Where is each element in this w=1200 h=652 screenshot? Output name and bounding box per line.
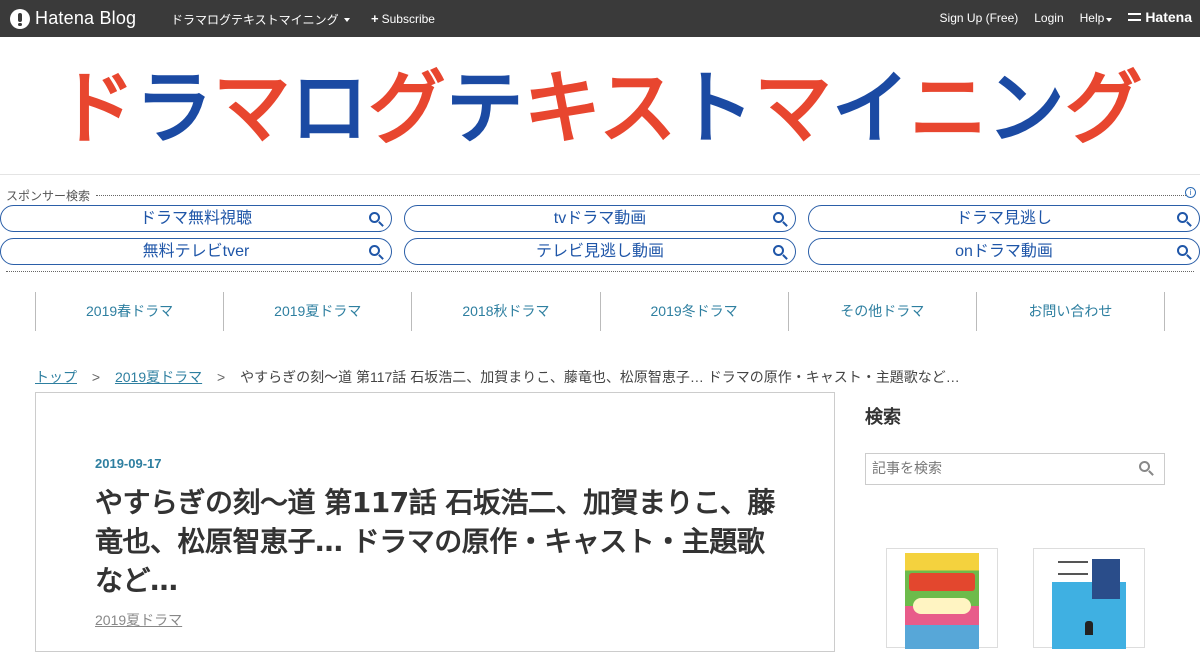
blog-banner: ドラマログテキストマイニング xyxy=(0,37,1200,175)
banner-title-char: マ xyxy=(213,64,291,154)
info-icon[interactable]: i xyxy=(1185,187,1196,198)
cover-decoration xyxy=(1092,559,1120,599)
breadcrumb-current: やすらぎの刻～道 第117話 石坂浩二、加賀まりこ、藤竜也、松原智恵子… ドラマ… xyxy=(240,369,960,385)
signup-link[interactable]: Sign Up (Free) xyxy=(940,11,1019,25)
global-header: Hatena Blog ドラマログテキストマイニング + Subscribe S… xyxy=(0,0,1200,37)
sponsor-link[interactable]: テレビ見逃し動画 xyxy=(404,238,796,265)
sponsor-link[interactable]: ドラマ見逃し xyxy=(808,205,1200,232)
banner-title-logo: ドラマログテキストマイニング xyxy=(58,64,1143,154)
search-icon xyxy=(369,245,380,256)
article-entry: 2019-09-17 やすらぎの刻～道 第117話 石坂浩二、加賀まりこ、藤竜也… xyxy=(35,392,835,652)
banner-title-char: ド xyxy=(58,64,136,154)
banner-title-char: マ xyxy=(754,64,832,154)
breadcrumb-separator: > xyxy=(91,369,101,385)
banner-title-char: ス xyxy=(599,64,677,154)
nav-item-contact[interactable]: お問い合わせ xyxy=(977,292,1166,331)
help-menu[interactable]: Help xyxy=(1080,11,1113,25)
article-title[interactable]: やすらぎの刻～道 第117話 石坂浩二、加賀まりこ、藤竜也、松原智恵子… ドラマ… xyxy=(95,483,775,600)
logo-text: Hatena Blog xyxy=(35,8,137,28)
sponsor-link[interactable]: ドラマ無料視聴 xyxy=(0,205,392,232)
breadcrumb-top-link[interactable]: トップ xyxy=(35,369,77,385)
plus-icon: + xyxy=(371,11,379,26)
divider xyxy=(96,195,1186,196)
banner-title-char: ト xyxy=(677,64,755,154)
divider xyxy=(6,271,1194,272)
book-cover-image xyxy=(905,553,979,649)
banner-title-text: ドラマログテキストマイニング xyxy=(58,64,1143,154)
sponsor-heading: スポンサー検索 xyxy=(6,189,91,203)
sponsor-link-label: tvドラマ動画 xyxy=(553,210,647,227)
nav-item-2019-winter[interactable]: 2019冬ドラマ xyxy=(601,292,789,331)
sponsor-link[interactable]: tvドラマ動画 xyxy=(404,205,796,232)
blog-name: ドラマログテキストマイニング xyxy=(171,13,339,27)
subscribe-label: Subscribe xyxy=(381,11,435,26)
login-link[interactable]: Login xyxy=(1034,11,1063,25)
book-ad[interactable] xyxy=(1033,548,1145,649)
category-nav: 2019春ドラマ 2019夏ドラマ 2018秋ドラマ 2019冬ドラマ その他ド… xyxy=(35,292,1166,331)
cover-decoration xyxy=(1085,621,1093,635)
nav-item-2019-summer[interactable]: 2019夏ドラマ xyxy=(224,292,413,331)
sponsor-link-label: ドラマ無料視聴 xyxy=(139,210,252,227)
banner-title-char: イ xyxy=(832,64,910,154)
search-icon xyxy=(1177,212,1188,223)
banner-title-char: キ xyxy=(523,64,598,154)
search-icon[interactable] xyxy=(1139,461,1150,472)
article-date[interactable]: 2019-09-17 xyxy=(95,456,162,471)
search-icon xyxy=(773,245,784,256)
sponsor-link-label: ドラマ見逃し xyxy=(955,210,1052,227)
book-ad[interactable] xyxy=(886,548,998,649)
hatena-link[interactable]: Hatena xyxy=(1128,9,1192,25)
sidebar-search-box xyxy=(865,453,1165,485)
hatena-mark-icon xyxy=(1128,13,1142,21)
subscribe-button[interactable]: + Subscribe xyxy=(371,11,435,26)
sponsor-link[interactable]: onドラマ動画 xyxy=(808,238,1200,265)
search-icon xyxy=(773,212,784,223)
search-input[interactable] xyxy=(866,454,1126,484)
sidebar-search-title: 検索 xyxy=(865,407,901,428)
sponsor-link[interactable]: 無料テレビtver xyxy=(0,238,392,265)
cover-decoration xyxy=(913,598,971,614)
breadcrumb-separator: > xyxy=(217,369,226,385)
banner-title-char: テ xyxy=(446,64,524,154)
nav-item-other[interactable]: その他ドラマ xyxy=(789,292,977,331)
help-label: Help xyxy=(1079,11,1105,25)
article-category[interactable]: 2019夏ドラマ xyxy=(95,610,182,630)
banner-title-char: グ xyxy=(1065,64,1143,154)
banner-title-char: ニ xyxy=(910,64,988,154)
caret-down-icon xyxy=(343,17,350,22)
caret-down-icon xyxy=(1106,18,1113,22)
sponsor-link-label: 無料テレビtver xyxy=(142,243,250,260)
sponsor-link-label: onドラマ動画 xyxy=(955,243,1053,260)
cover-decoration xyxy=(1058,561,1088,575)
search-icon xyxy=(1177,245,1188,256)
banner-title-char: ン xyxy=(987,64,1065,154)
banner-title-link[interactable]: ドラマログテキストマイニング xyxy=(55,64,1145,154)
hatena-label: Hatena xyxy=(1145,9,1192,25)
sponsor-link-label: テレビ見逃し動画 xyxy=(535,243,664,260)
cover-decoration xyxy=(909,573,975,591)
nav-item-2019-spring[interactable]: 2019春ドラマ xyxy=(36,292,225,331)
breadcrumb-category-link[interactable]: 2019夏ドラマ xyxy=(115,369,202,385)
banner-title-char: ラ xyxy=(135,64,213,154)
blog-menu[interactable]: ドラマログテキストマイニング xyxy=(171,11,350,28)
hatena-blog-logo[interactable]: Hatena Blog xyxy=(10,8,136,29)
breadcrumb: トップ > 2019夏ドラマ > やすらぎの刻～道 第117話 石坂浩二、加賀ま… xyxy=(35,367,960,387)
search-icon xyxy=(369,212,380,223)
banner-title-char: グ xyxy=(368,64,446,154)
global-right-menu: Sign Up (Free) Login Help Hatena xyxy=(940,9,1192,25)
banner-title-char: ロ xyxy=(290,64,368,154)
hatena-blog-logo-icon xyxy=(10,8,30,29)
nav-item-2018-autumn[interactable]: 2018秋ドラマ xyxy=(412,292,601,331)
book-cover-image xyxy=(1052,553,1126,649)
